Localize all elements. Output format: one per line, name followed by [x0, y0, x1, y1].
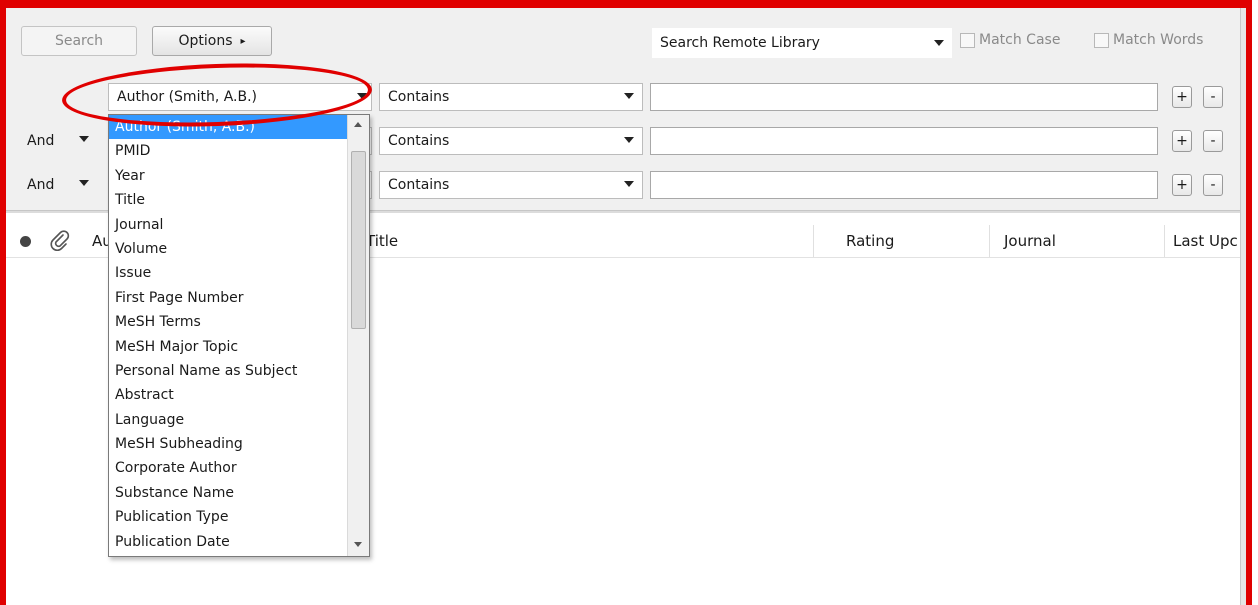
dropdown-option[interactable]: MeSH Terms	[109, 310, 369, 334]
column-last-updated[interactable]: Last Upc	[1164, 225, 1240, 257]
chevron-right-icon: ▸	[240, 35, 246, 47]
search-term-input-row-2[interactable]	[650, 127, 1158, 155]
chevron-down-icon	[624, 93, 634, 99]
dropdown-option[interactable]: Corporate Author	[109, 456, 369, 480]
dropdown-option[interactable]: Publication Date	[109, 530, 369, 554]
dropdown-option[interactable]: MeSH Major Topic	[109, 335, 369, 359]
dropdown-option[interactable]: Journal	[109, 213, 369, 237]
field-dropdown-list[interactable]: Author (Smith, A.B.) PMID Year Title Journal…	[108, 114, 370, 557]
chevron-down-icon	[934, 40, 944, 46]
column-journal[interactable]: Journal	[989, 225, 1164, 257]
chevron-down-icon	[79, 136, 89, 142]
remove-row-button[interactable]: -	[1203, 174, 1223, 196]
chevron-down-icon	[624, 137, 634, 143]
dropdown-option[interactable]: Abstract	[109, 383, 369, 407]
operator-select-row-1[interactable]: Contains	[379, 83, 643, 111]
dropdown-option[interactable]: Personal Name as Subject	[109, 359, 369, 383]
operator-select-value: Contains	[388, 89, 450, 105]
column-journal-label: Journal	[1004, 232, 1056, 250]
operator-select-value: Contains	[388, 133, 450, 149]
connector-select-value: And	[27, 177, 55, 193]
scrollbar-thumb[interactable]	[351, 151, 366, 329]
add-row-button[interactable]: +	[1172, 174, 1192, 196]
connector-select-row-2[interactable]: And	[21, 127, 101, 155]
scroll-down-icon[interactable]	[354, 542, 362, 547]
paperclip-icon[interactable]	[48, 229, 72, 253]
column-title[interactable]: Title	[358, 225, 813, 257]
search-term-input-row-1[interactable]	[650, 83, 1158, 111]
connector-select-row-3[interactable]: And	[21, 171, 101, 199]
match-words-label: Match Words	[1113, 32, 1204, 48]
field-dropdown-items: Author (Smith, A.B.) PMID Year Title Journal…	[109, 115, 369, 554]
options-button[interactable]: Options ▸	[152, 26, 272, 56]
dropdown-option[interactable]: Volume	[109, 237, 369, 261]
dropdown-option[interactable]: First Page Number	[109, 286, 369, 310]
scroll-up-icon[interactable]	[354, 122, 362, 127]
field-select-value: Author (Smith, A.B.)	[117, 89, 258, 105]
column-title-label: Title	[366, 232, 399, 250]
match-case-label: Match Case	[979, 32, 1061, 48]
connector-select-value: And	[27, 133, 55, 149]
search-button-label: Search	[54, 33, 104, 49]
match-words-checkbox[interactable]: Match Words	[1094, 32, 1203, 48]
column-rating[interactable]: Rating	[813, 225, 989, 257]
dropdown-option[interactable]: Title	[109, 188, 369, 212]
dropdown-option[interactable]: MeSH Subheading	[109, 432, 369, 456]
library-select-value: Search Remote Library	[660, 35, 820, 51]
options-button-label: Options	[178, 33, 233, 49]
operator-select-row-3[interactable]: Contains	[379, 171, 643, 199]
chevron-down-icon	[79, 180, 89, 186]
checkbox-icon[interactable]	[960, 32, 975, 48]
chevron-down-icon	[357, 93, 367, 99]
add-row-button[interactable]: +	[1172, 130, 1192, 152]
window-scrollbar[interactable]	[1240, 8, 1246, 605]
field-select-row-1[interactable]: Author (Smith, A.B.)	[108, 83, 372, 111]
dropdown-option[interactable]: Substance Name	[109, 481, 369, 505]
dropdown-option[interactable]: Year	[109, 164, 369, 188]
dropdown-scrollbar[interactable]	[347, 115, 369, 556]
remove-row-button[interactable]: -	[1203, 86, 1223, 108]
column-last-updated-label: Last Upc	[1173, 232, 1238, 250]
column-rating-label: Rating	[846, 232, 895, 250]
dropdown-option[interactable]: Issue	[109, 261, 369, 285]
remove-row-button[interactable]: -	[1203, 130, 1223, 152]
checkbox-icon[interactable]	[1094, 32, 1109, 48]
dropdown-option[interactable]: PMID	[109, 139, 369, 163]
operator-select-row-2[interactable]: Contains	[379, 127, 643, 155]
search-term-input-row-3[interactable]	[650, 171, 1158, 199]
operator-select-value: Contains	[388, 177, 450, 193]
search-button[interactable]: Search	[21, 26, 137, 56]
chevron-down-icon	[624, 181, 634, 187]
match-case-checkbox[interactable]: Match Case	[960, 32, 1060, 48]
dropdown-option[interactable]: Publication Type	[109, 505, 369, 529]
add-row-button[interactable]: +	[1172, 86, 1192, 108]
dropdown-option[interactable]: Language	[109, 408, 369, 432]
read-status-icon[interactable]	[20, 236, 31, 247]
library-select[interactable]: Search Remote Library	[652, 28, 952, 58]
dropdown-option[interactable]: Author (Smith, A.B.)	[109, 115, 369, 140]
